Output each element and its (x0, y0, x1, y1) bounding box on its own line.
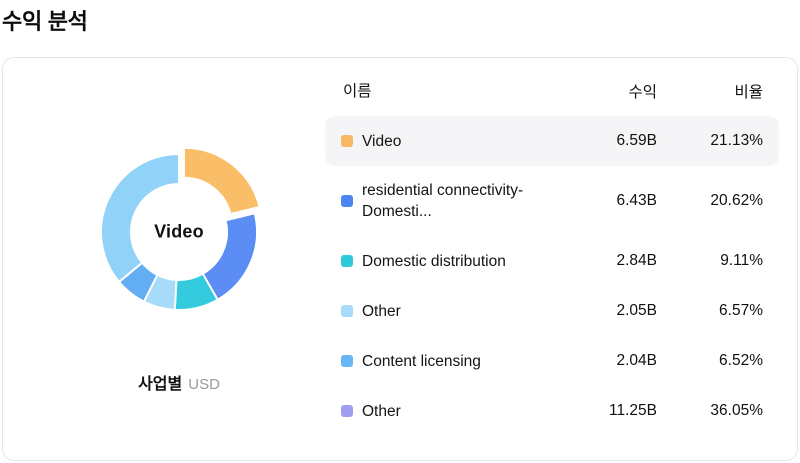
series-name: Other (362, 402, 401, 420)
series-name: Other (362, 302, 401, 320)
table-row-5[interactable]: Content licensing 2.04B 6.52% (325, 336, 779, 386)
header-name: 이름 (343, 82, 372, 100)
donut-chart: Video (69, 122, 289, 342)
revenue-analysis-card: Video 사업별 USD 이름 수익 비율 Video 6.59B 21.13%… (2, 57, 798, 461)
series-ratio: 21.13% (710, 132, 763, 149)
header-ratio: 비율 (734, 84, 763, 101)
table-rows: Video 6.59B 21.13% residential connectiv… (325, 116, 779, 436)
series-color-swatch (341, 195, 353, 207)
series-name: Content licensing (362, 352, 481, 370)
donut-segment-6[interactable] (100, 153, 180, 283)
table-row-3[interactable]: Domestic distribution 2.84B 9.11% (325, 236, 779, 286)
series-color-swatch (341, 405, 353, 417)
series-name: Video (362, 132, 402, 150)
series-ratio: 6.52% (719, 352, 763, 369)
donut-segment-1[interactable] (182, 146, 261, 216)
table-row-6[interactable]: Other 11.25B 36.05% (325, 386, 779, 436)
series-name: Domestic distribution (362, 252, 506, 270)
series-revenue: 6.59B (616, 132, 657, 149)
series-revenue: 2.05B (616, 302, 657, 319)
table-row-2[interactable]: residential connectivity-Domesti... 6.43… (325, 166, 779, 236)
donut-center-label: Video (154, 221, 204, 242)
series-revenue: 6.43B (616, 192, 657, 209)
series-ratio: 9.11% (720, 252, 763, 269)
series-color-swatch (341, 135, 353, 147)
table-row-4[interactable]: Other 2.05B 6.57% (325, 286, 779, 336)
series-ratio: 6.57% (719, 302, 763, 319)
series-color-swatch (341, 355, 353, 367)
chart-caption: 사업별 USD (3, 370, 355, 394)
series-table: 이름 수익 비율 Video 6.59B 21.13% residential … (325, 58, 779, 436)
series-color-swatch (341, 255, 353, 267)
table-header: 이름 수익 비율 (325, 81, 779, 102)
series-revenue: 2.04B (616, 352, 657, 369)
header-revenue: 수익 (628, 84, 657, 101)
series-ratio: 20.62% (710, 192, 763, 209)
series-name: residential connectivity-Domesti... (362, 182, 524, 220)
series-revenue: 2.84B (616, 252, 657, 269)
table-row-1[interactable]: Video 6.59B 21.13% (325, 116, 779, 166)
page-title: 수익 분석 (2, 9, 88, 34)
caption-group-label: 사업별 (138, 376, 183, 393)
series-ratio: 36.05% (710, 402, 763, 419)
series-revenue: 11.25B (609, 402, 657, 419)
caption-unit-label: USD (188, 376, 220, 393)
series-color-swatch (341, 305, 353, 317)
